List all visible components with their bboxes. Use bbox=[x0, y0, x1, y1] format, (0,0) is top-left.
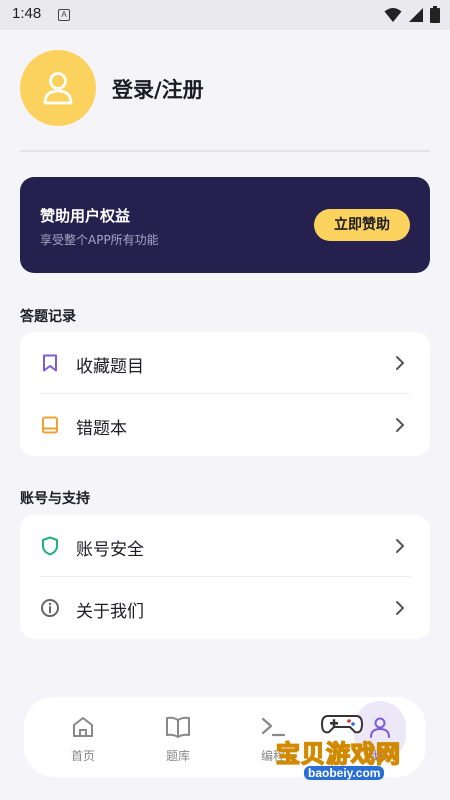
account-card: 账号安全 关于我们 bbox=[20, 515, 430, 639]
sponsor-title: 赞助用户权益 bbox=[40, 207, 131, 225]
profile-header: 登录/注册 bbox=[20, 50, 430, 126]
nav-item-home[interactable]: 首页 bbox=[53, 707, 113, 767]
battery-icon bbox=[430, 6, 440, 23]
nav-item-label: 首页 bbox=[70, 749, 95, 763]
watermark-text: 宝贝游戏网 bbox=[275, 739, 401, 769]
user-icon bbox=[43, 72, 73, 105]
chevron-right-icon bbox=[396, 356, 405, 370]
home-icon bbox=[69, 713, 97, 741]
sponsor-button[interactable]: 立即赞助 bbox=[314, 209, 410, 241]
shield-icon bbox=[40, 536, 60, 556]
list-item-about-us[interactable]: 关于我们 bbox=[20, 577, 430, 639]
list-item-label: 错题本 bbox=[76, 419, 127, 439]
gamepad-icon bbox=[320, 715, 364, 734]
watermark: 宝贝游戏网 baobeiy.com bbox=[268, 710, 428, 790]
status-bar: 1:48 A bbox=[0, 0, 450, 30]
list-item-wrong-questions[interactable]: 错题本 bbox=[20, 394, 430, 456]
status-icons bbox=[384, 6, 440, 23]
section-title-account: 账号与支持 bbox=[20, 491, 90, 507]
sponsor-card: 赞助用户权益 享受整个APP所有功能 立即赞助 bbox=[20, 177, 430, 273]
info-icon bbox=[40, 598, 60, 618]
divider bbox=[20, 150, 430, 152]
avatar[interactable] bbox=[20, 50, 96, 126]
wifi-icon bbox=[384, 7, 402, 22]
signal-icon bbox=[409, 7, 423, 22]
list-item-account-security[interactable]: 账号安全 bbox=[20, 515, 430, 577]
section-title-records: 答题记录 bbox=[20, 309, 76, 325]
open-book-icon bbox=[164, 713, 192, 741]
login-register-link[interactable]: 登录/注册 bbox=[112, 74, 204, 104]
chevron-right-icon bbox=[396, 539, 405, 553]
sponsor-subtitle: 享受整个APP所有功能 bbox=[40, 233, 159, 247]
bookmark-icon bbox=[40, 353, 60, 373]
nav-item-question-bank[interactable]: 题库 bbox=[148, 707, 208, 767]
list-item-favorites[interactable]: 收藏题目 bbox=[20, 332, 430, 394]
chevron-right-icon bbox=[396, 418, 405, 432]
list-item-label: 关于我们 bbox=[76, 602, 144, 622]
book-icon bbox=[40, 415, 60, 435]
list-item-label: 账号安全 bbox=[76, 540, 144, 560]
notification-a-icon: A bbox=[58, 9, 70, 21]
list-item-label: 收藏题目 bbox=[76, 357, 144, 377]
watermark-url: baobeiy.com bbox=[304, 766, 385, 780]
chevron-right-icon bbox=[396, 601, 405, 615]
status-time: 1:48 bbox=[12, 5, 42, 22]
nav-item-label: 题库 bbox=[165, 749, 190, 763]
records-card: 收藏题目 错题本 bbox=[20, 332, 430, 456]
